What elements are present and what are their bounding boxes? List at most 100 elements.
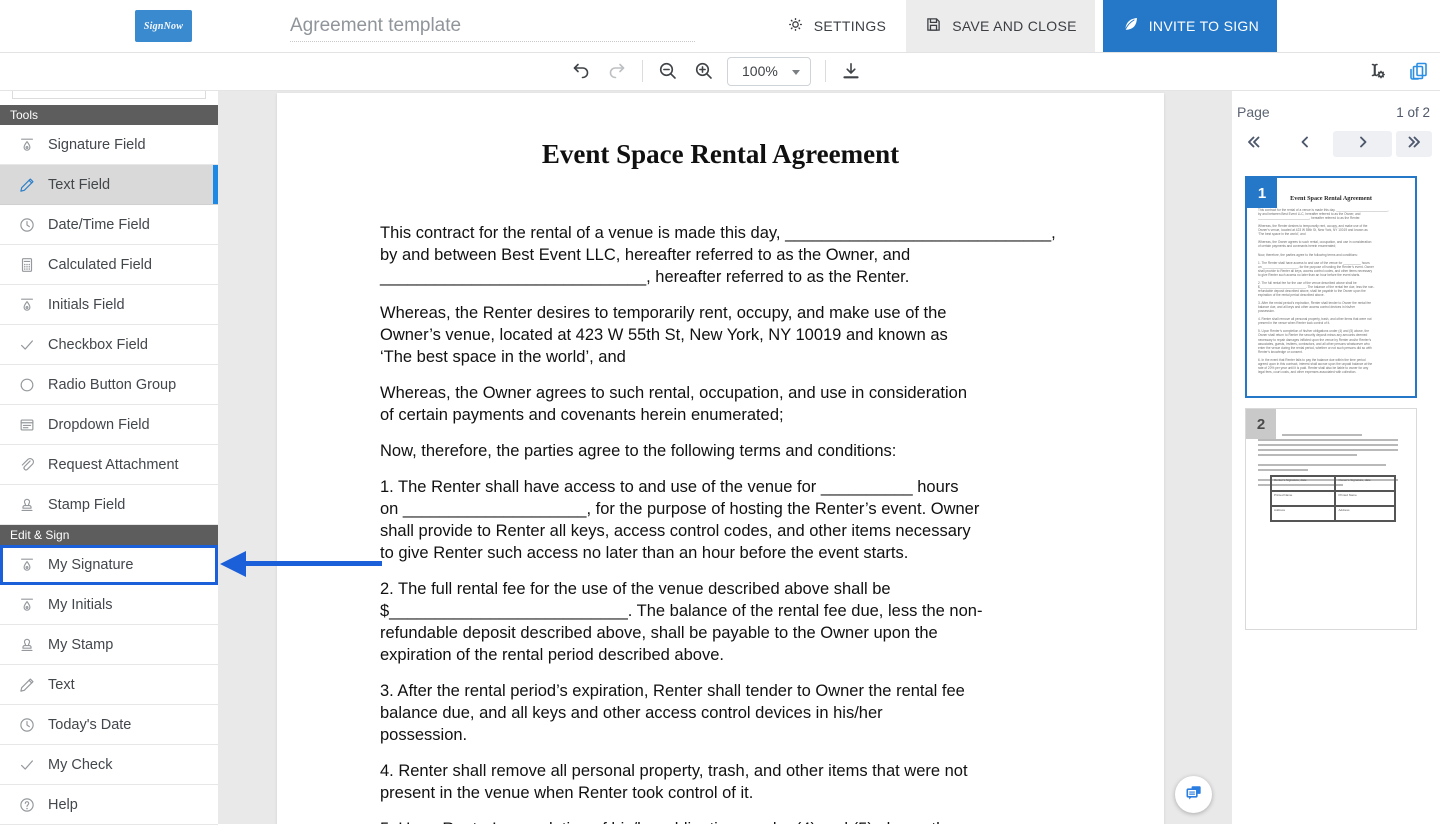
sidebar-item-text[interactable]: Text — [0, 665, 218, 705]
document-paragraph: Now, therefore, the parties agree to the… — [380, 440, 1080, 462]
save-and-close-button[interactable]: SAVE AND CLOSE — [906, 0, 1095, 52]
sidebar-item-label: Checkbox Field — [48, 337, 148, 353]
chevron-right-icon — [1355, 134, 1371, 155]
sidebar-item-signature-field[interactable]: Signature Field — [0, 125, 218, 165]
duplicate-pages-button[interactable] — [1406, 58, 1432, 84]
sidebar-item-radio-button-group[interactable]: Radio Button Group — [0, 365, 218, 405]
undo-button[interactable] — [568, 58, 594, 84]
sidebar-item-today-s-date[interactable]: Today's Date — [0, 705, 218, 745]
sidebar-item-label: Dropdown Field — [48, 417, 150, 433]
help-chat-button[interactable] — [1175, 776, 1212, 813]
thumbnail-text-line — [1258, 454, 1357, 456]
page-indicator: 1 of 2 — [1396, 105, 1430, 120]
thumbnail-text-line — [1258, 464, 1386, 466]
pencil-icon — [18, 676, 36, 694]
sidebar-item-my-signature[interactable]: My Signature — [0, 545, 218, 585]
thumbnail-1-text: This contract for the rental of a venue … — [1258, 208, 1404, 374]
page-thumbnail-1[interactable]: 1 Event Space Rental Agreement This cont… — [1245, 176, 1417, 398]
edit-sign-list: My SignatureMy InitialsMy Stamp Text Today… — [0, 545, 218, 825]
sidebar-item-text-field[interactable]: Text Field — [0, 165, 218, 205]
calculator-icon — [18, 256, 36, 274]
top-bar: SignNow SETTINGS SAVE AND CLOSE INVITE T… — [0, 0, 1440, 53]
signature-table-cell: Printed Name — [1335, 491, 1395, 506]
signature-table-cell: Renter’s Signature, date — [1271, 476, 1335, 491]
sidebar-item-stamp-field[interactable]: Stamp Field — [0, 485, 218, 525]
document-paragraph: Whereas, the Renter desires to temporari… — [380, 302, 1080, 368]
sidebar-item-calculated-field[interactable]: Calculated Field — [0, 245, 218, 285]
pages-panel: Page 1 of 2 1 Event Space Rental Agreeme… — [1232, 90, 1440, 824]
toolbar-divider — [825, 60, 826, 82]
sidebar-item-date-time-field[interactable]: Date/Time Field — [0, 205, 218, 245]
edit-sign-section-label: Edit & Sign — [10, 528, 69, 542]
sidebar-item-request-attachment[interactable]: Request Attachment — [0, 445, 218, 485]
check-icon — [18, 336, 36, 354]
field-properties-button[interactable] — [1364, 58, 1390, 84]
double-chevron-left-icon — [1246, 134, 1262, 155]
invite-to-sign-button[interactable]: INVITE TO SIGN — [1103, 0, 1277, 52]
edit-sign-section-header: Edit & Sign — [0, 525, 218, 545]
thumbnail-text-line — [1258, 459, 1404, 461]
pen-nib-icon — [18, 136, 36, 154]
download-button[interactable] — [838, 58, 864, 84]
zoom-level-dropdown[interactable]: 100% — [727, 57, 811, 86]
document-paragraph: 5. Upon Renter’s completion of his/her o… — [380, 818, 1080, 824]
double-chevron-right-icon — [1406, 134, 1422, 155]
clock-icon — [18, 716, 36, 734]
redo-button[interactable] — [604, 58, 630, 84]
gear-icon — [786, 15, 805, 37]
help-icon — [18, 796, 36, 814]
document-paragraph: 3. After the rental period’s expiration,… — [380, 680, 1080, 746]
page-navigation — [1232, 131, 1440, 157]
signature-table-cell: Owner’s Signature, date — [1335, 476, 1395, 491]
paperclip-icon — [18, 456, 36, 474]
signature-table-cell: Address — [1271, 506, 1335, 521]
page-2-badge: 2 — [1246, 409, 1276, 439]
zoom-out-button[interactable] — [655, 58, 681, 84]
zoom-in-button[interactable] — [691, 58, 717, 84]
save-and-close-label: SAVE AND CLOSE — [952, 18, 1077, 34]
sidebar-item-label: Radio Button Group — [48, 377, 176, 393]
sidebar-item-label: Date/Time Field — [48, 217, 150, 233]
sidebar-item-help[interactable]: Help — [0, 785, 218, 825]
tools-section-label: Tools — [10, 108, 38, 122]
page-thumbnail-2[interactable]: 2 Renter’s Signature, dateOwner’s Signat… — [1245, 408, 1417, 630]
pen-nib-icon — [18, 296, 36, 314]
document-paragraph: This contract for the rental of a venue … — [380, 222, 1080, 288]
thumbnail-text-line — [1258, 444, 1398, 446]
template-title-input[interactable] — [290, 11, 695, 42]
last-page-button[interactable] — [1396, 131, 1432, 157]
logo-text: SignNow — [144, 21, 183, 32]
sidebar-item-checkbox-field[interactable]: Checkbox Field — [0, 325, 218, 365]
sidebar-item-initials-field[interactable]: Initials Field — [0, 285, 218, 325]
sidebar-item-label: Text — [48, 677, 75, 693]
arrow-head — [220, 551, 246, 577]
document-page-1[interactable]: Event Space Rental Agreement This contra… — [277, 93, 1164, 824]
previous-page-button[interactable] — [1292, 131, 1318, 157]
signature-table-cell: Printed Name — [1271, 491, 1335, 506]
document-paragraph: 2. The full rental fee for the use of th… — [380, 578, 1080, 666]
sidebar-item-my-check[interactable]: My Check — [0, 745, 218, 785]
signnow-logo[interactable]: SignNow — [135, 10, 192, 42]
sidebar-item-my-stamp[interactable]: My Stamp — [0, 625, 218, 665]
first-page-button[interactable] — [1241, 131, 1267, 157]
sidebar-item-dropdown-field[interactable]: Dropdown Field — [0, 405, 218, 445]
toolbar-divider — [642, 60, 643, 82]
floppy-disk-icon — [924, 15, 943, 37]
document-canvas: Event Space Rental Agreement This contra… — [218, 90, 1232, 824]
sidebar-item-label: Help — [48, 797, 78, 813]
tools-section-header: Tools — [0, 105, 218, 125]
stamp-icon — [18, 496, 36, 514]
sidebar-item-label: Signature Field — [48, 137, 146, 153]
signature-table-cell: Address — [1335, 506, 1395, 521]
document-paragraph: 4. Renter shall remove all personal prop… — [380, 760, 1080, 804]
thumbnail-text-line — [1258, 449, 1398, 451]
settings-label: SETTINGS — [814, 18, 886, 34]
sidebar-item-my-initials[interactable]: My Initials — [0, 585, 218, 625]
thumbnail-2-signature-table: Renter’s Signature, dateOwner’s Signatur… — [1270, 475, 1396, 522]
next-page-button[interactable] — [1333, 131, 1392, 157]
document-title: Event Space Rental Agreement — [277, 139, 1164, 170]
radio-icon — [18, 376, 36, 394]
pen-nib-icon — [18, 596, 36, 614]
settings-button[interactable]: SETTINGS — [768, 0, 904, 52]
document-paragraph: Whereas, the Owner agrees to such rental… — [380, 382, 1080, 426]
